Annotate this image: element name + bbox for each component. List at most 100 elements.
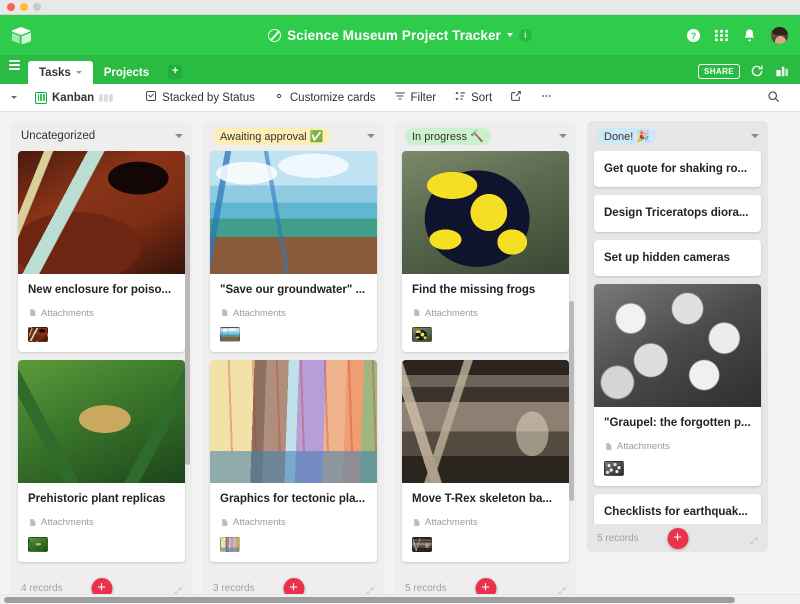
attachment-thumbnail[interactable] <box>28 536 48 552</box>
svg-text:?: ? <box>691 30 696 40</box>
attachment-field-icon <box>604 438 613 456</box>
record-count: 3 records <box>213 582 255 594</box>
share-button[interactable]: SHARE <box>697 64 740 79</box>
kanban-stack-done: Done! 🎉 Get quote for shaking ro... Desi… <box>587 121 768 552</box>
collaborators-icon <box>99 93 114 102</box>
card-attachments-row: Attachments <box>220 304 367 322</box>
customize-cards-button[interactable]: Customize cards <box>264 84 385 112</box>
kanban-card[interactable]: Find the missing frogs Attachments <box>402 151 569 353</box>
attachment-thumbnail[interactable] <box>220 536 240 552</box>
card-attachments-row: Attachments <box>28 514 175 532</box>
kanban-card[interactable]: Get quote for shaking ro... <box>594 151 761 188</box>
stack-header-uncategorized: Uncategorized <box>11 121 192 151</box>
attachment-thumbnail[interactable] <box>220 327 240 343</box>
user-avatar[interactable] <box>770 25 789 45</box>
attachment-field-icon <box>28 304 37 322</box>
expand-stack-icon[interactable] <box>557 583 567 595</box>
expand-stack-icon[interactable] <box>365 583 375 595</box>
help-icon[interactable]: ? <box>686 28 701 43</box>
blocks-icon[interactable] <box>775 64 790 79</box>
more-options-button[interactable] <box>531 84 562 112</box>
stack-menu-caret-down-icon[interactable] <box>175 134 183 138</box>
board-horizontal-scrollbar-thumb[interactable] <box>4 597 735 603</box>
stack-menu-caret-down-icon[interactable] <box>367 134 375 138</box>
kanban-card[interactable]: Graphics for tectonic pla... Attachments <box>210 360 377 562</box>
add-record-button[interactable]: + <box>667 527 688 549</box>
view-toolbar: Kanban Stacked by Status Customize cards… <box>0 84 800 112</box>
stack-menu-caret-down-icon[interactable] <box>751 134 759 138</box>
kanban-card[interactable]: Move T-Rex skeleton ba... Attachments <box>402 360 569 562</box>
base-title[interactable]: Science Museum Project Tracker <box>287 28 501 43</box>
share-view-button[interactable] <box>501 84 531 112</box>
airtable-logo-icon[interactable] <box>10 24 32 46</box>
tab-tasks-caret-down-icon[interactable] <box>75 71 82 74</box>
kanban-card[interactable]: Design Triceratops diora... <box>594 195 761 232</box>
kanban-card[interactable]: Prehistoric plant replicas Attachments <box>18 360 185 562</box>
attachment-thumbnail[interactable] <box>412 327 432 343</box>
card-body: Graphics for tectonic pla... Attachments <box>210 483 377 561</box>
tab-tasks-label: Tasks <box>39 66 71 79</box>
search-button[interactable] <box>758 84 789 112</box>
stack-body-done[interactable]: Get quote for shaking ro... Design Trice… <box>587 151 768 524</box>
card-title: Prehistoric plant replicas <box>28 493 166 506</box>
attachment-thumbnail[interactable] <box>28 327 48 343</box>
kanban-stack-uncategorized: Uncategorized New enclosure for poiso...… <box>11 121 192 602</box>
window-zoom-button[interactable] <box>33 3 41 11</box>
attachment-thumbnail[interactable] <box>412 536 432 552</box>
window-close-button[interactable] <box>7 3 15 11</box>
base-info-icon[interactable]: i <box>518 28 532 42</box>
attachments-label: Attachments <box>617 441 670 452</box>
filter-icon <box>394 90 406 105</box>
base-menu-caret-down-icon[interactable] <box>506 33 513 37</box>
card-body: Prehistoric plant replicas Attachments <box>18 483 185 561</box>
apps-grid-icon[interactable] <box>714 28 729 43</box>
kanban-card[interactable]: Checklists for earthquak... <box>594 493 761 524</box>
stack-title-in-progress: In progress 🔨 <box>405 127 491 145</box>
kanban-card[interactable]: "Graupel: the forgotten p... Attachments <box>594 284 761 486</box>
header-right-icons: ? <box>686 25 800 45</box>
stack-scrollbar[interactable] <box>185 155 190 465</box>
stack-title-uncategorized: Uncategorized <box>21 130 96 142</box>
stack-body-in-progress[interactable]: Find the missing frogs Attachments Move … <box>395 151 576 574</box>
stack-body-uncategorized[interactable]: New enclosure for poiso... Attachments P… <box>11 151 192 574</box>
add-table-icon[interactable]: + <box>168 65 183 79</box>
window-titlebar <box>0 0 800 15</box>
view-caret-down-icon[interactable] <box>11 96 17 99</box>
kanban-stacks-container: Uncategorized New enclosure for poiso...… <box>0 121 800 604</box>
current-view-button[interactable]: Kanban <box>26 84 122 112</box>
stack-scrollbar[interactable] <box>569 301 574 501</box>
stacked-by-status-button[interactable]: Stacked by Status <box>136 84 264 112</box>
stack-header-done: Done! 🎉 <box>587 121 768 151</box>
card-cover-image <box>402 151 569 274</box>
stack-menu-caret-down-icon[interactable] <box>559 134 567 138</box>
filter-button[interactable]: Filter <box>385 84 446 112</box>
board-horizontal-scrollbar[interactable] <box>0 594 800 604</box>
window-minimize-button[interactable] <box>20 3 28 11</box>
tab-tasks[interactable]: Tasks <box>28 61 93 84</box>
view-sidebar-toggle[interactable] <box>11 84 26 112</box>
ellipsis-icon <box>540 90 553 105</box>
stack-title-awaiting-approval: Awaiting approval ✅ <box>213 127 331 145</box>
attachment-thumbnail[interactable] <box>604 460 624 476</box>
kanban-card[interactable]: New enclosure for poiso... Attachments <box>18 151 185 353</box>
stack-title-done: Done! 🎉 <box>597 127 658 145</box>
expand-stack-icon[interactable] <box>749 533 759 545</box>
card-title: New enclosure for poiso... <box>28 284 172 296</box>
sort-button[interactable]: Sort <box>445 84 501 112</box>
sort-label: Sort <box>471 91 493 104</box>
card-body: "Graupel: the forgotten p... Attachments <box>594 407 761 485</box>
tabs-right-actions: SHARE <box>697 64 800 84</box>
attachments-label: Attachments <box>425 307 478 319</box>
card-attachments-row: Attachments <box>412 514 559 532</box>
kanban-card[interactable]: Set up hidden cameras <box>594 239 761 277</box>
kanban-card[interactable]: "Save our groundwater" ... Attachments <box>210 151 377 353</box>
sort-icon <box>454 90 466 105</box>
expand-stack-icon[interactable] <box>173 583 183 595</box>
history-icon[interactable] <box>750 64 765 79</box>
tab-projects[interactable]: Projects <box>93 61 160 84</box>
card-cover-image <box>18 360 185 484</box>
stack-body-awaiting-approval[interactable]: "Save our groundwater" ... Attachments G… <box>203 151 384 574</box>
hamburger-icon[interactable] <box>0 55 28 84</box>
notifications-bell-icon[interactable] <box>742 28 757 43</box>
card-body: Move T-Rex skeleton ba... Attachments <box>402 483 569 561</box>
